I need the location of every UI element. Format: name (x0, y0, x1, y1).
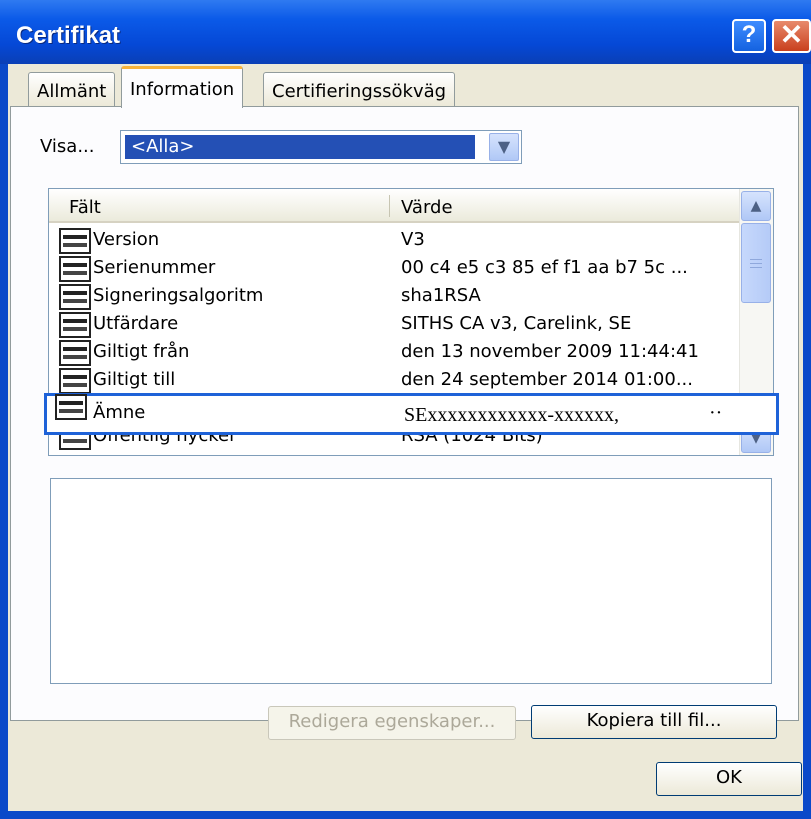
field-value: den 13 november 2009 11:44:41 (401, 341, 699, 362)
certificate-field-icon (59, 284, 91, 310)
certificate-field-icon (59, 228, 91, 254)
window-bottom-border (0, 811, 811, 819)
grip-line (750, 259, 762, 260)
show-label: Visa... (40, 136, 95, 157)
show-dropdown[interactable]: <Alla> ▼ (120, 130, 522, 164)
chevron-down-icon[interactable]: ▼ (489, 133, 519, 161)
column-header-value[interactable]: Värde (401, 197, 453, 218)
field-value: 00 c4 e5 c3 85 ef f1 aa b7 5c ... (401, 257, 688, 278)
field-name: Version (93, 229, 160, 250)
certificate-field-icon (55, 394, 87, 420)
field-value-continuation: ·· (709, 402, 723, 424)
scroll-up-icon[interactable]: ▲ (741, 191, 771, 221)
certificate-field-icon (59, 256, 91, 282)
title-bar[interactable]: Certifikat ? ✕ (0, 0, 811, 64)
column-header-field[interactable]: Fält (69, 197, 101, 218)
edit-properties-button[interactable]: Redigera egenskaper... (268, 706, 516, 740)
tab-general[interactable]: Allmänt (28, 72, 116, 106)
certificate-field-icon (59, 312, 91, 338)
certificate-dialog: Certifikat ? ✕ Allmänt Information Certi… (0, 0, 811, 819)
list-item[interactable]: Version V3 (49, 227, 739, 255)
list-header: Fält Värde (49, 189, 739, 223)
field-name: Utfärdare (93, 313, 179, 334)
column-divider[interactable] (389, 195, 390, 217)
certificate-field-icon (59, 340, 91, 366)
list-item[interactable]: Utfärdare SITHS CA v3, Carelink, SE (49, 311, 739, 339)
field-details-box[interactable] (50, 478, 772, 684)
scroll-thumb[interactable] (741, 223, 771, 303)
close-button[interactable]: ✕ (772, 19, 811, 53)
field-value: SITHS CA v3, Carelink, SE (401, 313, 632, 334)
copy-to-file-button[interactable]: Kopiera till fil... (531, 705, 777, 739)
field-name: Ämne (93, 402, 146, 423)
grip-line (750, 263, 762, 264)
field-value: V3 (401, 229, 425, 250)
field-value: den 24 september 2014 01:00... (401, 369, 693, 390)
help-button[interactable]: ? (732, 19, 766, 53)
field-name: Giltigt från (93, 341, 190, 362)
show-dropdown-value: <Alla> (124, 134, 476, 160)
field-name: Serienummer (93, 257, 216, 278)
list-item[interactable]: Serienummer 00 c4 e5 c3 85 ef f1 aa b7 5… (49, 255, 739, 283)
field-value: sha1RSA (401, 285, 481, 306)
tab-certification-path[interactable]: Certifieringssökväg (263, 72, 456, 106)
field-name: Signeringsalgoritm (93, 285, 264, 306)
tab-information[interactable]: Information (121, 66, 244, 108)
field-value: SExxxxxxxxxxxx-xxxxxx, (404, 404, 619, 426)
certificate-field-icon (59, 368, 91, 394)
window-title: Certifikat (16, 22, 121, 49)
ok-button[interactable]: OK (656, 762, 802, 796)
list-item[interactable]: Signeringsalgoritm sha1RSA (49, 283, 739, 311)
list-item[interactable]: Giltigt från den 13 november 2009 11:44:… (49, 339, 739, 367)
field-name: Giltigt till (93, 369, 176, 390)
grip-line (750, 267, 762, 268)
subject-row-highlight[interactable]: Ämne SExxxxxxxxxxxx-xxxxxx, ·· (44, 393, 779, 435)
list-item[interactable]: Giltigt till den 24 september 2014 01:00… (49, 367, 739, 395)
